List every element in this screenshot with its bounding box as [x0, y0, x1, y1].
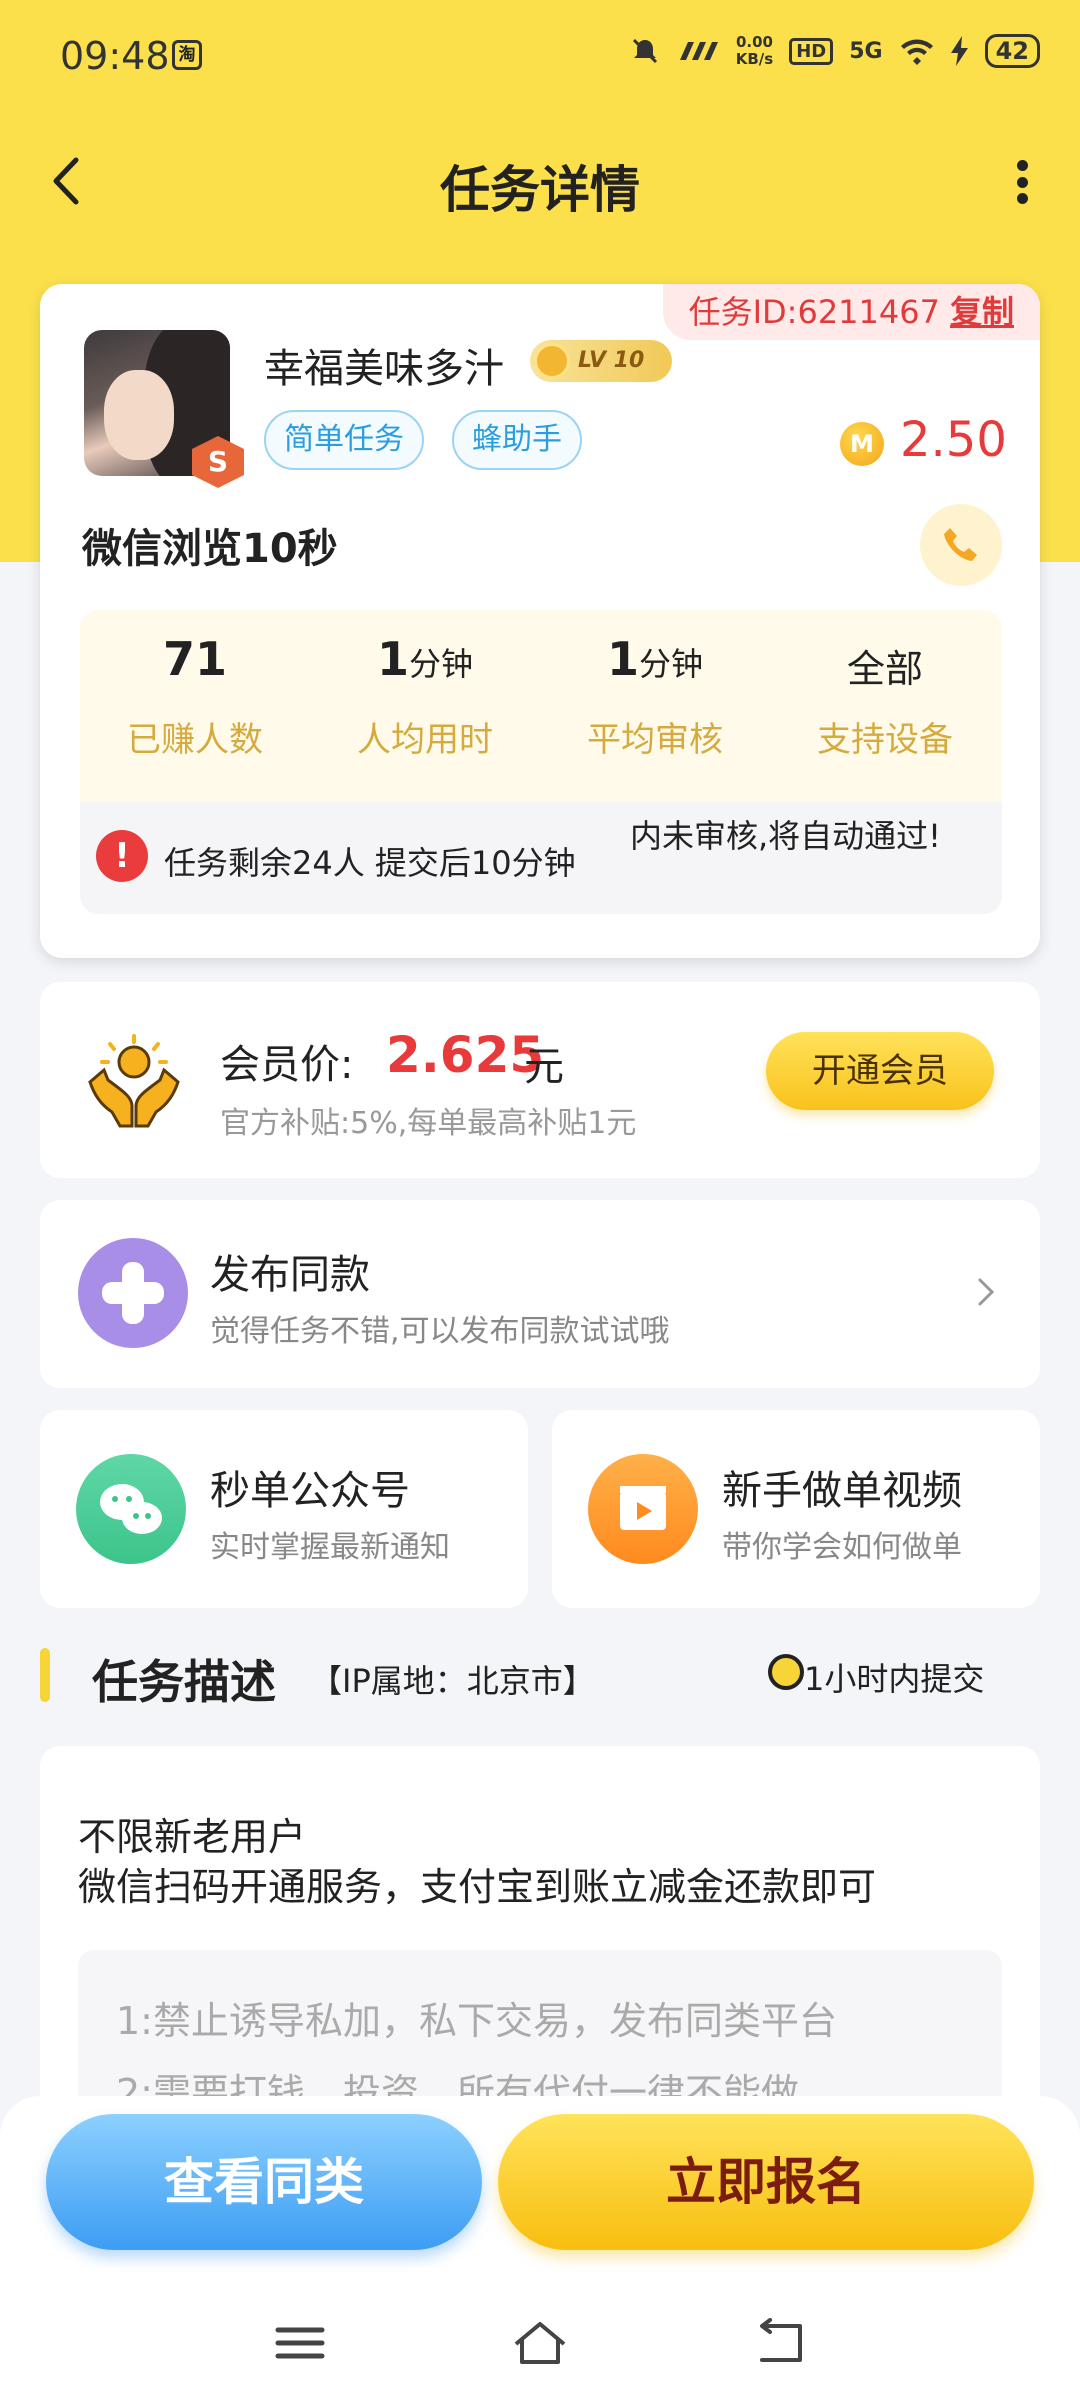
hd-icon: HD: [789, 37, 834, 65]
mute-bell-icon: [632, 38, 657, 64]
rule-item: 1:禁止诱导私加，私下交易，发布同类平台: [116, 1999, 837, 2043]
plus-icon: [78, 1238, 188, 1348]
home-icon[interactable]: [510, 2318, 570, 2368]
tag-bee-helper: 蜂助手: [452, 410, 582, 470]
view-similar-button[interactable]: 查看同类: [46, 2114, 482, 2250]
more-dot-icon: [1016, 160, 1028, 171]
net-speed: 0.00 KB/s: [735, 33, 774, 68]
nav-bar: 任务详情: [0, 116, 1080, 246]
vip-subsidy-text: 官方补贴:5%,每单最高补贴1元: [220, 1106, 637, 1141]
system-back-icon[interactable]: [752, 2318, 812, 2368]
notice-text: 任务剩余24人 提交后10分钟: [164, 844, 576, 882]
signal-5g-icon: 5G: [849, 38, 883, 64]
more-options-button[interactable]: [992, 152, 1052, 212]
publish-same-subtitle: 觉得任务不错,可以发布同款试试哦: [210, 1314, 670, 1349]
stat-unit: 分钟: [639, 645, 704, 683]
description-text: 不限新老用户 微信扫码开通服务，支付宝到账立减金还款即可: [78, 1812, 876, 1912]
stat-label: 支持设备: [817, 720, 953, 760]
vip-price-label: 会员价:: [220, 1042, 354, 1088]
wifi-icon: [900, 39, 933, 65]
wechat-icon: [76, 1454, 186, 1564]
stat-value: 71: [162, 632, 227, 686]
stat-value: 1: [376, 632, 409, 686]
status-icons: 0.00 KB/s HD 5G 42: [630, 34, 1040, 68]
stat-value: 1: [606, 632, 639, 686]
wechat-card-title: 秒单公众号: [210, 1468, 410, 1514]
video-icon: [588, 1454, 698, 1564]
task-summary-card: 任务ID:6211467 复制 S 幸福美味多汁 LV 10 简单任务 蜂助手 M…: [40, 284, 1040, 958]
vip-hands-icon: [88, 1034, 180, 1128]
phone-icon: [944, 528, 977, 561]
more-dot-icon: [1016, 176, 1028, 188]
description-line: 不限新老用户: [78, 1815, 307, 1859]
stat-label: 平均审核: [587, 720, 723, 760]
ip-location: 【IP属地：北京市】: [310, 1662, 595, 1700]
stat-earned: 71 已赚人数: [80, 632, 310, 761]
description-header: 任务描述 【IP属地：北京市】 1小时内提交: [40, 1640, 1040, 1710]
section-accent-bar: [40, 1648, 50, 1702]
battery-level: 42: [984, 34, 1040, 68]
chevron-right-icon: [978, 1278, 995, 1306]
page-title: 任务详情: [440, 161, 640, 219]
charging-icon: [950, 36, 968, 66]
description-title: 任务描述: [92, 1655, 276, 1709]
status-bar: 09:48 淘 0.00 KB/s HD 5G 42: [0, 0, 1080, 116]
task-id: 任务ID:6211467: [688, 293, 940, 331]
system-nav-bar: [0, 2300, 1080, 2380]
coin-icon: M: [840, 422, 884, 466]
stat-label: 已赚人数: [127, 720, 263, 760]
stat-label: 人均用时: [357, 720, 493, 760]
description-line: 微信扫码开通服务，支付宝到账立减金还款即可: [78, 1865, 877, 1909]
task-reward: 2.50: [900, 412, 1007, 468]
wechat-account-card[interactable]: 秒单公众号 实时掌握最新通知: [40, 1410, 528, 1608]
open-vip-button[interactable]: 开通会员: [766, 1032, 994, 1110]
level-text: LV 10: [578, 348, 645, 373]
stat-value: 全部: [846, 647, 923, 691]
stat-avg-review: 1分钟 平均审核: [540, 632, 770, 761]
nfc-icon: [679, 42, 718, 60]
task-name: 微信浏览10秒: [82, 526, 338, 572]
publish-same-card[interactable]: 发布同款 觉得任务不错,可以发布同款试试哦: [40, 1200, 1040, 1388]
avatar-face: [104, 370, 174, 460]
more-dot-icon: [1016, 193, 1028, 204]
medal-icon: [534, 343, 570, 379]
copy-task-id-button[interactable]: 复制: [950, 293, 1014, 331]
submit-deadline: 1小时内提交: [804, 1660, 985, 1698]
vip-price-unit: 元: [524, 1044, 564, 1090]
task-stats: 71 已赚人数 1分钟 人均用时 1分钟 平均审核 全部 支持设备 ! 任务剩余…: [80, 610, 1002, 914]
contact-button[interactable]: [920, 504, 1002, 586]
video-card-title: 新手做单视频: [722, 1468, 962, 1514]
tag-simple-task: 简单任务: [264, 410, 424, 470]
stat-devices: 全部 支持设备: [770, 632, 1000, 761]
warning-icon: !: [96, 830, 148, 882]
vip-price-card: 会员价: 2.625 元 官方补贴:5%,每单最高补贴1元 开通会员: [40, 982, 1040, 1178]
sign-up-button[interactable]: 立即报名: [498, 2114, 1034, 2250]
vip-price: 2.625: [386, 1026, 545, 1084]
task-id-tag: 任务ID:6211467 复制: [662, 284, 1040, 340]
publisher-name: 幸福美味多汁: [264, 346, 504, 392]
video-card-subtitle: 带你学会如何做单: [722, 1530, 962, 1565]
tutorial-video-card[interactable]: 新手做单视频 带你学会如何做单: [552, 1410, 1040, 1608]
task-notice: ! 任务剩余24人 提交后10分钟 内未审核,将自动通过!: [80, 802, 1002, 914]
clock-icon: [768, 1654, 804, 1690]
level-badge: LV 10: [530, 340, 672, 382]
notice-text-continued: 内未审核,将自动通过!: [630, 817, 942, 855]
taobao-notification-icon: 淘: [172, 40, 202, 70]
stat-avg-time: 1分钟 人均用时: [310, 632, 540, 761]
publish-same-title: 发布同款: [210, 1252, 370, 1298]
clapper-glyph-icon: [620, 1486, 666, 1530]
stat-unit: 分钟: [409, 645, 474, 683]
description-card: 不限新老用户 微信扫码开通服务，支付宝到账立减金还款即可 1:禁止诱导私加，私下…: [40, 1746, 1040, 2126]
wechat-glyph-icon: [100, 1484, 162, 1534]
status-time: 09:48: [60, 34, 170, 78]
recent-apps-icon[interactable]: [270, 2318, 330, 2368]
wechat-card-subtitle: 实时掌握最新通知: [210, 1530, 450, 1565]
